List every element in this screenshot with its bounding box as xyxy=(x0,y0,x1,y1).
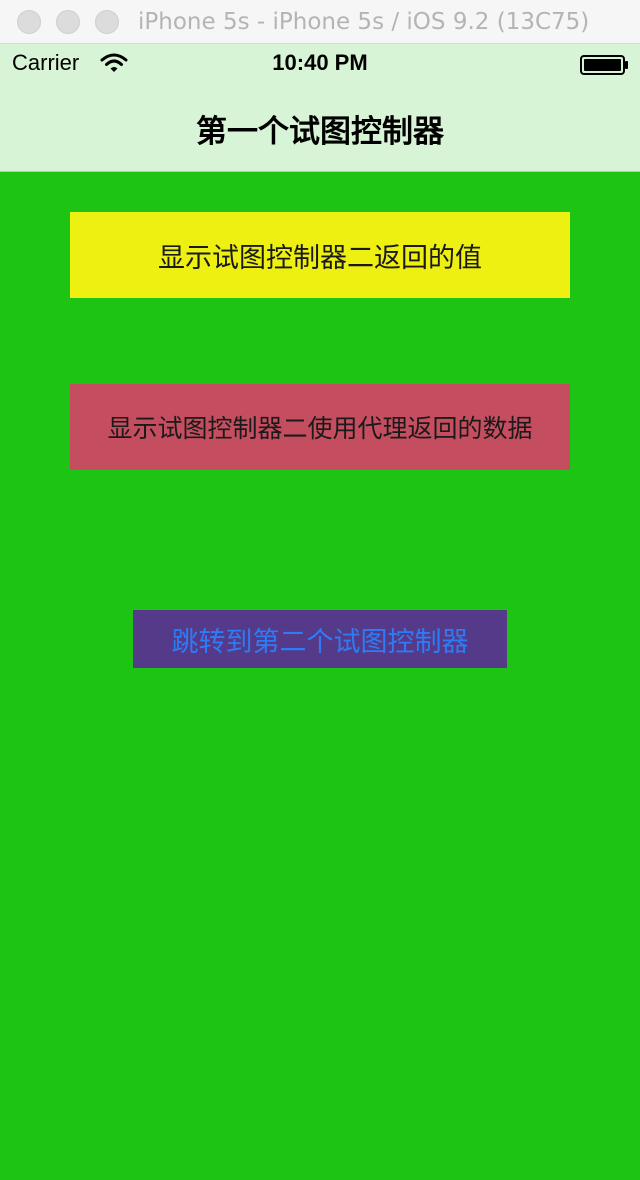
window-titlebar: iPhone 5s - iPhone 5s / iOS 9.2 (13C75) xyxy=(0,0,640,44)
navigation-bar: Carrier 10:40 PM 第一个试图控制器 xyxy=(0,44,640,172)
minimize-window-button[interactable] xyxy=(56,10,80,34)
battery-icon xyxy=(580,55,628,75)
goto-second-controller-button[interactable]: 跳转到第二个试图控制器 xyxy=(133,610,507,668)
window-title: iPhone 5s - iPhone 5s / iOS 9.2 (13C75) xyxy=(138,9,590,35)
status-time: 10:40 PM xyxy=(272,50,368,75)
show-return-value-button[interactable]: 显示试图控制器二返回的值 xyxy=(70,212,570,298)
close-window-button[interactable] xyxy=(17,10,41,34)
show-delegate-data-button[interactable]: 显示试图控制器二使用代理返回的数据 xyxy=(70,384,570,470)
page-title: 第一个试图控制器 xyxy=(196,114,444,150)
zoom-window-button[interactable] xyxy=(95,10,119,34)
